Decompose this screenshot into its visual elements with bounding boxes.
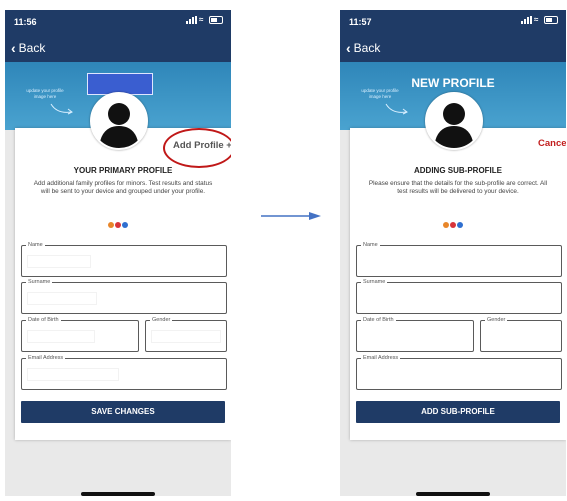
hint-arrow-icon <box>385 103 408 115</box>
home-indicator <box>81 492 155 496</box>
gender-label: Gender <box>485 317 508 324</box>
email-value-redacted <box>28 369 118 380</box>
email-label: Email Address <box>26 355 66 362</box>
name-value-redacted <box>28 256 90 267</box>
back-button[interactable]: ‹ Back <box>11 41 45 55</box>
gender-field[interactable]: Gender <box>145 317 227 352</box>
banner-hint: update your profile image here <box>361 88 399 99</box>
name-label: Name <box>26 242 45 249</box>
save-changes-button[interactable]: SAVE CHANGES <box>21 401 225 423</box>
name-field[interactable]: Name <box>356 242 562 277</box>
chevron-left-icon: ‹ <box>346 40 351 56</box>
dob-field[interactable]: Date of Birth <box>356 317 474 352</box>
name-label: Name <box>361 242 380 249</box>
nav-bar: ‹ Back <box>5 35 231 62</box>
profile-card: ADDING SUB-PROFILE Please ensure that th… <box>350 128 566 440</box>
card-description: Please ensure that the details for the s… <box>368 180 548 195</box>
email-label: Email Address <box>361 355 401 362</box>
right-arrow-icon <box>261 212 321 220</box>
hint-arrow-icon <box>50 103 73 115</box>
surname-value-redacted <box>28 293 96 304</box>
name-field[interactable]: Name <box>21 242 227 277</box>
nav-bar: ‹ Back <box>340 35 566 62</box>
gender-field[interactable]: Gender <box>480 317 562 352</box>
chevron-left-icon: ‹ <box>11 40 16 56</box>
status-bar: 11:56 ≈ <box>5 10 231 35</box>
battery-icon <box>544 16 558 24</box>
surname-field[interactable]: Surname <box>21 279 227 314</box>
surname-label: Surname <box>361 279 388 286</box>
add-profile-button[interactable]: Add Profile + <box>173 140 231 151</box>
status-icons: ≈ <box>186 16 223 24</box>
surname-field[interactable]: Surname <box>356 279 562 314</box>
wifi-icon: ≈ <box>199 15 204 24</box>
email-field[interactable]: Email Address <box>21 355 227 390</box>
wifi-icon: ≈ <box>534 15 539 24</box>
dob-label: Date of Birth <box>361 317 396 324</box>
battery-icon <box>209 16 223 24</box>
status-time: 11:57 <box>349 17 372 27</box>
gender-label: Gender <box>150 317 173 324</box>
status-time: 11:56 <box>14 17 37 27</box>
dob-value-redacted <box>28 331 94 342</box>
signal-icon <box>186 16 197 24</box>
email-field[interactable]: Email Address <box>356 355 562 390</box>
brand-dots <box>108 222 128 228</box>
person-silhouette-icon <box>99 103 139 148</box>
signal-icon <box>521 16 532 24</box>
dob-label: Date of Birth <box>26 317 61 324</box>
back-button[interactable]: ‹ Back <box>346 41 380 55</box>
cancel-button[interactable]: Cancel <box>538 138 566 149</box>
back-label: Back <box>353 41 381 55</box>
avatar[interactable] <box>425 92 483 150</box>
status-icons: ≈ <box>521 16 558 24</box>
person-silhouette-icon <box>434 103 474 148</box>
card-title: ADDING SUB-PROFILE <box>414 166 502 175</box>
dob-field[interactable]: Date of Birth <box>21 317 139 352</box>
avatar[interactable] <box>90 92 148 150</box>
status-bar: 11:57 ≈ <box>340 10 566 35</box>
home-indicator <box>416 492 490 496</box>
brand-dots <box>443 222 463 228</box>
card-description: Add additional family profiles for minor… <box>33 180 213 195</box>
profile-card: YOUR PRIMARY PROFILE Add additional fami… <box>15 128 231 440</box>
add-sub-profile-button[interactable]: ADD SUB-PROFILE <box>356 401 560 423</box>
phone-screen-new-profile: 11:57 ≈ ‹ Back NEW PROFILE update your p… <box>340 10 566 496</box>
banner-hint: update your profile image here <box>26 88 64 99</box>
gender-value-redacted <box>152 331 220 342</box>
back-label: Back <box>18 41 46 55</box>
surname-label: Surname <box>26 279 53 286</box>
phone-screen-primary-profile: 11:56 ≈ ‹ Back update your profile image… <box>5 10 231 496</box>
